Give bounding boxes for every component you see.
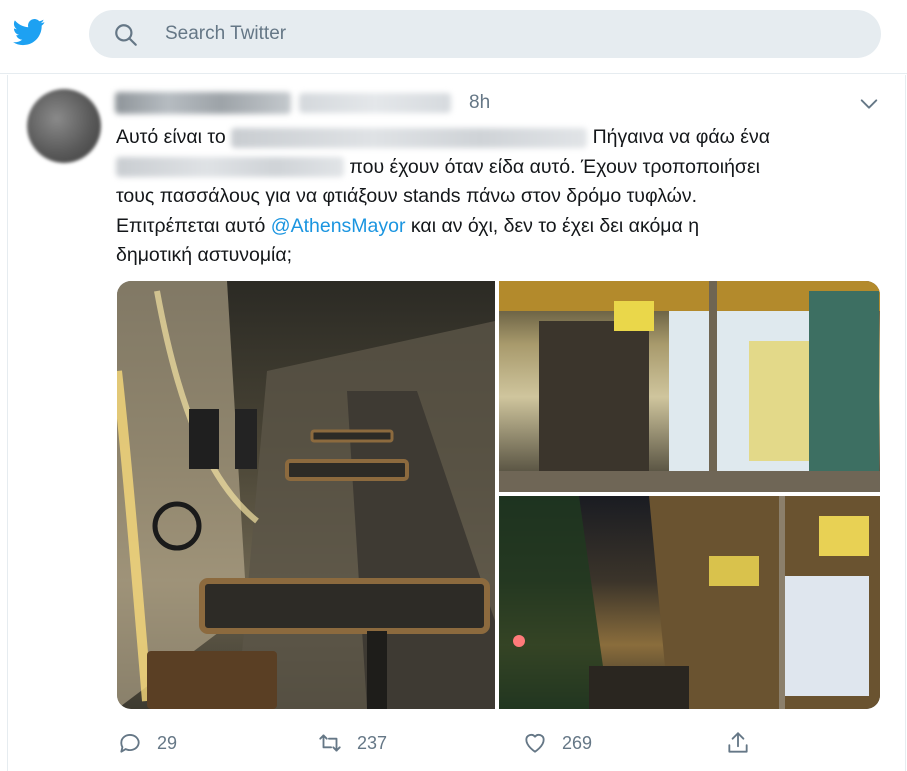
photo-street-tables[interactable] (117, 281, 495, 709)
retweet-icon (319, 734, 341, 752)
tweet-text-line: τους πασσάλους για να φτιάξουν stands πά… (116, 185, 698, 207)
tweet-text-line: Επιτρέπεται αυτό @AthensMayor και αν όχι… (116, 214, 700, 237)
chevron-down-icon[interactable] (858, 93, 880, 115)
heart-icon (525, 734, 545, 753)
tweet-text-line: Αυτό είναι το Πήγαινα να φάω ένα (116, 126, 771, 148)
tweet[interactable]: 8h Αυτό είναι το Πήγαινα να φάω ένα που … (7, 75, 906, 771)
twitter-bird-icon[interactable] (10, 16, 48, 48)
mention-link[interactable]: @AthensMayor (271, 215, 406, 237)
media-grid (117, 281, 880, 709)
reply-icon (120, 734, 140, 753)
share-icon (728, 732, 748, 753)
author-name-redacted[interactable] (115, 92, 291, 114)
author-handle-redacted[interactable] (299, 93, 451, 113)
search-icon (115, 24, 137, 46)
tweet-timestamp[interactable]: 8h (469, 92, 490, 114)
reply-button[interactable]: 29 (117, 729, 177, 757)
like-count: 269 (562, 732, 593, 753)
retweet-count: 237 (357, 732, 388, 753)
reply-count: 29 (157, 732, 178, 753)
tweet-actions: 29 237 269 (117, 729, 877, 759)
search-input[interactable]: Search Twitter (89, 10, 881, 58)
avatar[interactable] (27, 89, 101, 163)
tweet-text-line: που έχουν όταν είδα αυτό. Έχουν τροποποι… (116, 153, 856, 183)
redacted-text (116, 157, 344, 178)
share-button[interactable] (725, 729, 751, 757)
retweet-button[interactable]: 237 (317, 729, 387, 757)
photo-street-night[interactable] (499, 496, 880, 709)
tweet-text-line: δημοτική αστυνομία; (116, 244, 293, 266)
redacted-text (231, 127, 588, 148)
tweet-text: Αυτό είναι το Πήγαινα να φάω ένα που έχο… (116, 123, 856, 271)
search-placeholder: Search Twitter (165, 23, 287, 44)
top-bar: Search Twitter (0, 0, 907, 74)
photo-storefront-day[interactable] (499, 281, 880, 492)
like-button[interactable]: 269 (522, 729, 592, 757)
